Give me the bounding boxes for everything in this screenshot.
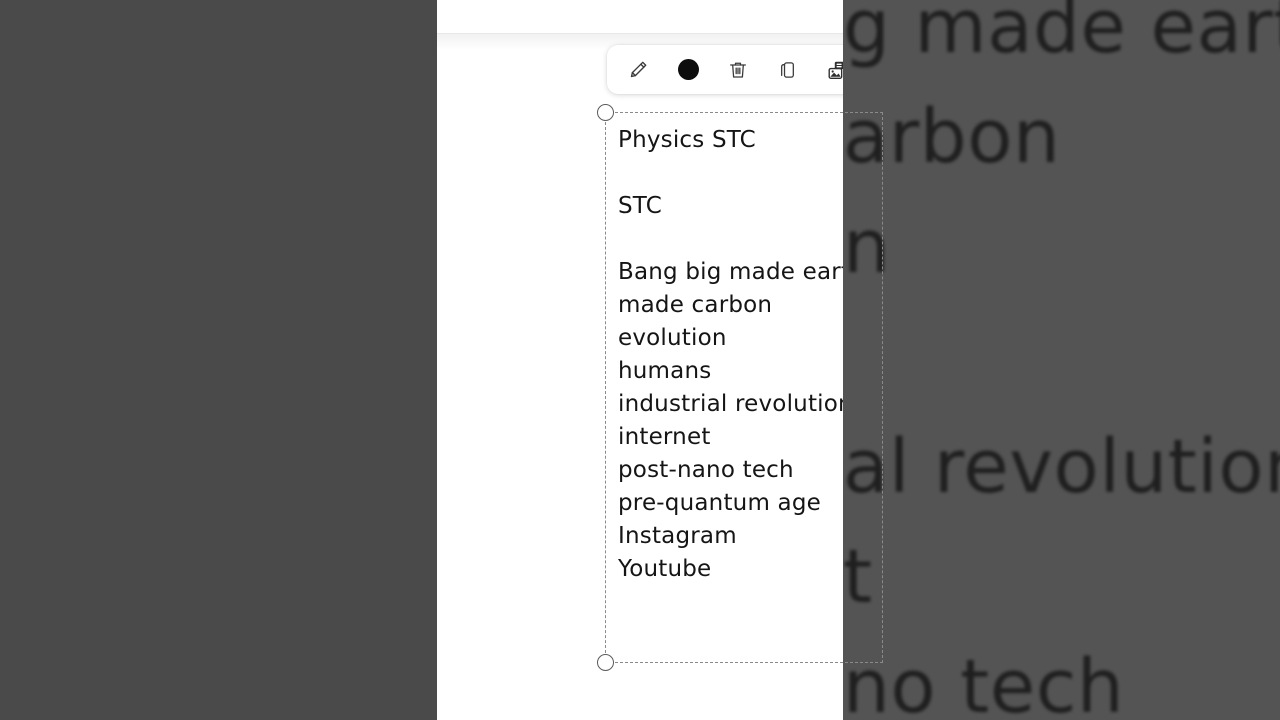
image-text-icon (826, 59, 843, 81)
note-document-panel (437, 0, 843, 720)
screen-root: g made eart arbon n al revolution t no t… (0, 0, 1280, 720)
color-dot-icon (677, 59, 699, 80)
background-preview-line: g made eart (843, 0, 1280, 70)
background-preview-line: n (843, 204, 891, 290)
background-preview-line (843, 302, 1280, 412)
pencil-icon-button[interactable] (613, 45, 663, 94)
trash-icon-button[interactable] (713, 45, 763, 94)
resize-handle-top-left[interactable] (597, 104, 614, 121)
background-preview-line: no tech (843, 644, 1125, 720)
image-text-icon-button[interactable] (813, 45, 843, 94)
background-left-fill (0, 0, 437, 720)
trash-icon (727, 59, 749, 81)
duplicate-icon (777, 59, 799, 81)
resize-handle-bottom-left[interactable] (597, 654, 614, 671)
color-dot-icon-button[interactable] (663, 45, 713, 94)
background-preview-line: al revolution (843, 424, 1280, 510)
background-preview-line: t (843, 534, 873, 620)
drawing-toolbar[interactable] (607, 45, 843, 94)
background-preview-text: g made eart arbon n al revolution t no t… (843, 0, 1280, 720)
duplicate-icon-button[interactable] (763, 45, 813, 94)
pencil-icon (627, 59, 649, 81)
background-preview-line: arbon (843, 94, 1061, 180)
